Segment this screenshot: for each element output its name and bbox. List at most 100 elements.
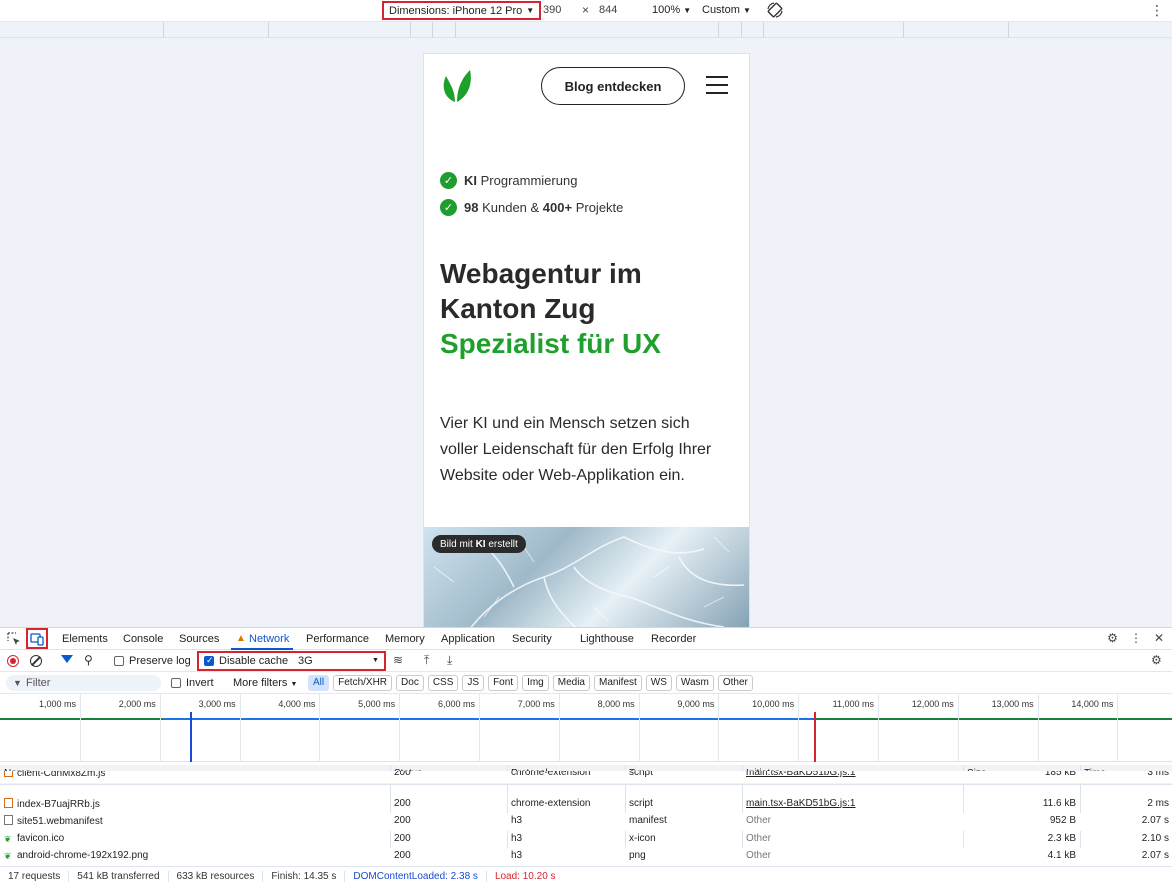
table-row[interactable]: site51.webmanifest 200 h3 manifest Other 952 …	[0, 813, 1172, 831]
type-filter-all[interactable]: All	[308, 675, 330, 691]
type-filter-other[interactable]: Other	[717, 675, 753, 691]
tab-memory[interactable]: Memory	[385, 633, 425, 645]
tab-performance[interactable]: Performance	[306, 633, 369, 645]
checkbox-checked[interactable]	[204, 655, 214, 667]
type-filter-chips: All Fetch/XHR Doc CSS JS Font Img Media …	[308, 675, 753, 691]
cell-type: script	[629, 771, 653, 778]
disable-cache-checkbox[interactable]: Disable cache	[204, 655, 288, 667]
cell-type-text: manifest	[629, 815, 667, 826]
dimensions-dropdown[interactable]: Dimensions: iPhone 12 Pro ▼	[382, 1, 542, 20]
tab-network[interactable]: Network	[230, 633, 294, 650]
type-filter-font[interactable]: Font	[488, 675, 519, 691]
tab-recorder[interactable]: Recorder	[651, 633, 696, 645]
search-icon[interactable]: ⚲	[84, 653, 93, 667]
lead-paragraph: Vier KI und ein Mensch setzen sich volle…	[440, 415, 712, 484]
height-input[interactable]: 844	[599, 4, 617, 16]
cell-status: 200	[394, 815, 411, 826]
zoom-dropdown[interactable]: 100% ▼	[652, 4, 691, 16]
preserve-log-checkbox[interactable]: Preserve log	[114, 655, 191, 667]
feature-check-ki: ✓ KI Programmierung	[440, 172, 577, 189]
throttle-mode-dropdown[interactable]: Custom ▼	[702, 4, 751, 16]
type-filter-wasm[interactable]: Wasm	[675, 675, 714, 691]
cell-status: 200	[394, 798, 411, 809]
checkbox[interactable]	[171, 678, 181, 689]
filter-funnel-icon: ▼	[13, 678, 22, 688]
type-filter-fetch-xhr[interactable]: Fetch/XHR	[333, 675, 393, 691]
cell-name: site51.webmanifest	[4, 815, 103, 827]
tab-security[interactable]: Security	[512, 633, 552, 645]
cell-name: client-CdnMx8Zm.js	[4, 771, 105, 779]
cell-time: 2.10 s	[1141, 832, 1169, 844]
devtools-tabbar: Elements Console Sources ▲ Network Perfo…	[0, 628, 1172, 650]
timeline-gridline	[798, 694, 800, 762]
resources-size: 633 kB resources	[169, 871, 264, 882]
record-stop-button[interactable]	[7, 655, 19, 667]
more-options-icon[interactable]: ⋮	[1150, 2, 1164, 19]
type-filter-ws[interactable]: WS	[645, 675, 672, 691]
type-filter-doc[interactable]: Doc	[396, 675, 424, 691]
cell-initiator[interactable]: main.tsx-BaKD51bG.js:1	[746, 798, 856, 809]
cell-time: 2.07 s	[1141, 850, 1169, 861]
cell-initiator-text: main.tsx-BaKD51bG.js:1	[746, 797, 856, 809]
cell-initiator[interactable]: main.tsx-BaKD51bG.js:1	[746, 771, 856, 778]
requests-count: 17 requests	[0, 871, 70, 882]
network-overview-timeline[interactable]: 1,000 ms 2,000 ms 3,000 ms 4,000 ms 5,000 ms…	[0, 694, 1172, 762]
table-row[interactable]: index-B7uajRRb.js 200 chrome-extension scri…	[0, 796, 1172, 814]
import-har-icon[interactable]: ⤒	[424, 653, 429, 668]
chevron-down-icon: ▼	[526, 6, 535, 15]
document-file-icon	[4, 815, 13, 825]
type-filter-js[interactable]: JS	[462, 675, 485, 691]
cell-protocol-text: h3	[511, 832, 523, 844]
more-filters-label: More filters	[233, 677, 288, 689]
device-toolbar-toggle[interactable]	[26, 628, 48, 649]
timeline-label: 5,000 ms	[358, 699, 396, 709]
export-har-icon[interactable]: ⤓	[447, 653, 452, 668]
tab-console[interactable]: Console	[123, 633, 163, 645]
type-filter-css[interactable]: CSS	[427, 675, 459, 691]
timeline-gridline	[957, 694, 959, 762]
more-options-icon[interactable]: ⋮	[1130, 631, 1142, 645]
settings-gear-icon[interactable]: ⚙	[1107, 631, 1118, 645]
width-input[interactable]: 390	[543, 4, 561, 16]
rotate-icon[interactable]	[766, 1, 784, 19]
leaf-logo-icon[interactable]	[440, 68, 472, 104]
throttling-select[interactable]: 3G	[298, 655, 313, 667]
cell-status-text: 200	[394, 832, 411, 844]
table-row[interactable]: ❦ android-chrome-192x192.png 200 h3 png Other…	[0, 848, 1172, 866]
tab-application[interactable]: Application	[441, 633, 495, 645]
cell-size: 4.1 kB	[1047, 850, 1076, 861]
load-marker	[814, 712, 816, 762]
media-query-ruler	[0, 22, 1172, 38]
timeline-label: 9,000 ms	[677, 699, 715, 709]
close-icon[interactable]: ✕	[1154, 631, 1164, 645]
timeline-label: 10,000 ms	[752, 699, 795, 709]
favicon-leaf-icon: ❦	[4, 851, 12, 861]
hamburger-menu-icon[interactable]	[706, 76, 728, 94]
network-settings-gear-icon[interactable]: ⚙	[1151, 653, 1162, 667]
inspect-element-icon[interactable]	[6, 631, 22, 647]
clear-icon[interactable]	[30, 655, 42, 667]
timeline-gridline	[1037, 694, 1039, 762]
tab-elements[interactable]: Elements	[62, 633, 108, 645]
warning-icon: ▲	[236, 633, 246, 644]
network-conditions-icon[interactable]: ≋	[393, 653, 403, 667]
type-filter-manifest[interactable]: Manifest	[594, 675, 642, 691]
tab-sources[interactable]: Sources	[179, 633, 219, 645]
invert-checkbox[interactable]: Invert	[171, 677, 214, 689]
table-row[interactable]: client-CdnMx8Zm.js 200 chrome-extension scr…	[0, 771, 1172, 783]
cell-status-text: 200	[394, 815, 411, 826]
type-filter-media[interactable]: Media	[552, 675, 590, 691]
filter-input[interactable]: ▼ Filter	[6, 675, 161, 691]
more-filters-dropdown[interactable]: More filters ▼	[233, 677, 297, 689]
checkbox[interactable]	[114, 656, 124, 667]
cell-name-text: android-chrome-192x192.png	[17, 850, 149, 861]
type-filter-img[interactable]: Img	[522, 675, 549, 691]
table-row[interactable]: ❦ favicon.ico 200 h3 x-icon Other 2.3 kB 2.10 s	[0, 831, 1172, 849]
blog-button[interactable]: Blog entdecken	[541, 67, 685, 105]
requests-table: Name Status Protocol Type Initiator Size…	[0, 765, 1172, 866]
cell-initiator-text: main.tsx-BaKD51bG.js:1	[746, 771, 856, 778]
tab-lighthouse[interactable]: Lighthouse	[580, 633, 634, 645]
filter-funnel-icon[interactable]	[61, 655, 73, 663]
cell-status-text: 200	[394, 771, 411, 778]
timeline-gridline	[718, 694, 720, 762]
